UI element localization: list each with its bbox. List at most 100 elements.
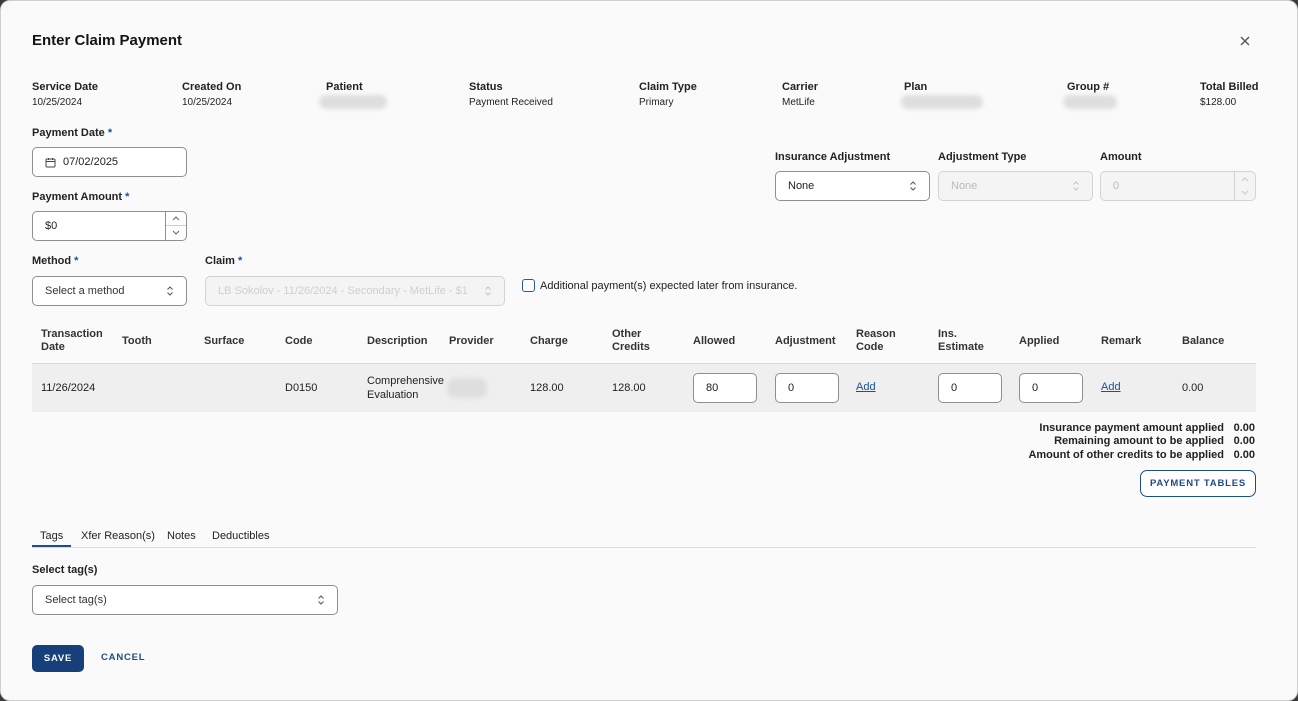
remark-add-link[interactable]: Add — [1101, 381, 1121, 393]
insurance-adjustment-value: None — [788, 180, 815, 192]
tags-select[interactable]: Select tag(s) — [32, 585, 338, 615]
save-button[interactable]: SAVE — [32, 645, 84, 672]
dialog-title: Enter Claim Payment — [32, 32, 183, 49]
th-other-credits: Other Credits — [612, 328, 650, 353]
status-value: Payment Received — [469, 97, 553, 108]
method-placeholder: Select a method — [45, 285, 125, 297]
other-credits-total-value: 0.00 — [1233, 449, 1255, 461]
select-arrows-icon — [484, 285, 492, 297]
th-allowed: Allowed — [693, 335, 736, 347]
tabs-divider — [32, 547, 1256, 548]
cell-charge: 128.00 — [530, 382, 564, 394]
additional-payment-checkbox[interactable] — [522, 279, 535, 292]
adjustment-type-label: Adjustment Type — [938, 151, 1027, 163]
claim-select[interactable]: LB Sokolov - 11/26/2024 - Secondary - Me… — [205, 276, 505, 306]
additional-payment-label: Additional payment(s) expected later fro… — [540, 280, 798, 292]
claim-label: Claim * — [205, 255, 243, 267]
ins-estimate-input[interactable]: 0 — [938, 373, 1002, 403]
other-credits-total-label: Amount of other credits to be applied — [1028, 449, 1224, 461]
patient-value-redacted — [319, 95, 387, 109]
cell-transaction-date: 11/26/2024 — [41, 382, 96, 394]
th-description: Description — [367, 335, 428, 347]
insurance-applied-label: Insurance payment amount applied — [1039, 422, 1224, 434]
claim-type-value: Primary — [639, 97, 674, 108]
th-code: Code — [285, 335, 313, 347]
carrier-label: Carrier — [782, 81, 819, 93]
insurance-adjustment-label: Insurance Adjustment — [775, 151, 891, 163]
group-label: Group # — [1067, 81, 1110, 93]
created-on-label: Created On — [182, 81, 242, 93]
th-applied: Applied — [1019, 335, 1060, 347]
th-charge: Charge — [530, 335, 568, 347]
amount-stepper[interactable] — [1234, 172, 1255, 200]
chevron-up-icon[interactable] — [166, 212, 186, 226]
tab-deductibles[interactable]: Deductibles — [212, 530, 269, 542]
status-label: Status — [469, 81, 503, 93]
select-arrows-icon — [317, 594, 325, 606]
payment-amount-stepper[interactable] — [165, 212, 186, 240]
tags-placeholder: Select tag(s) — [45, 594, 107, 606]
th-adjustment: Adjustment — [775, 335, 836, 347]
claim-type-label: Claim Type — [639, 81, 697, 93]
total-billed-value: $128.00 — [1200, 97, 1237, 108]
remaining-value: 0.00 — [1233, 435, 1255, 447]
method-select[interactable]: Select a method — [32, 276, 187, 306]
adjustment-type-select[interactable]: None — [938, 171, 1093, 201]
payment-date-input[interactable]: 07/02/2025 — [32, 147, 187, 177]
th-tooth: Tooth — [122, 335, 152, 347]
cancel-button[interactable]: CANCEL — [101, 652, 145, 663]
insurance-adjustment-select[interactable]: None — [775, 171, 930, 201]
th-transaction-date: Transaction Date — [41, 328, 103, 353]
amount-input[interactable]: 0 — [1100, 171, 1256, 201]
remaining-label: Remaining amount to be applied — [1054, 435, 1224, 447]
th-remark: Remark — [1101, 335, 1142, 347]
claim-value: LB Sokolov - 11/26/2024 - Secondary - Me… — [218, 285, 468, 297]
payment-tables-button[interactable]: PAYMENT TABLES — [1140, 470, 1256, 497]
cell-code: D0150 — [285, 382, 318, 394]
adjustment-input[interactable]: 0 — [775, 373, 839, 403]
cell-provider-redacted — [447, 378, 487, 398]
tab-notes[interactable]: Notes — [167, 530, 196, 542]
cell-description: Comprehensive Evaluation — [367, 375, 445, 401]
chevron-down-icon[interactable] — [1235, 186, 1255, 199]
payment-date-value: 07/02/2025 — [63, 156, 119, 168]
select-tags-label: Select tag(s) — [32, 564, 98, 576]
plan-value-redacted — [901, 95, 983, 109]
th-ins-estimate: Ins. Estimate — [938, 328, 984, 353]
payment-amount-label: Payment Amount * — [32, 191, 130, 203]
created-on-value: 10/25/2024 — [182, 97, 233, 108]
select-arrows-icon — [909, 180, 917, 192]
select-arrows-icon — [1072, 180, 1080, 192]
payment-amount-value: $0 — [45, 220, 58, 232]
total-billed-label: Total Billed — [1200, 81, 1259, 93]
th-balance: Balance — [1182, 335, 1225, 347]
payment-amount-input[interactable]: $0 — [32, 211, 187, 241]
th-provider: Provider — [449, 335, 494, 347]
amount-placeholder: 0 — [1113, 180, 1120, 192]
th-surface: Surface — [204, 335, 245, 347]
insurance-applied-value: 0.00 — [1233, 422, 1255, 434]
close-icon[interactable] — [1237, 33, 1253, 49]
adjustment-type-value: None — [951, 180, 978, 192]
tab-xfer-reasons[interactable]: Xfer Reason(s) — [81, 530, 155, 542]
carrier-value: MetLife — [782, 97, 815, 108]
applied-input[interactable]: 0 — [1019, 373, 1083, 403]
th-reason-code: Reason Code — [856, 328, 896, 353]
method-label: Method * — [32, 255, 79, 267]
calendar-icon — [45, 157, 56, 168]
chevron-up-icon[interactable] — [1235, 172, 1255, 186]
select-arrows-icon — [166, 285, 174, 297]
allowed-input[interactable]: 80 — [693, 373, 757, 403]
chevron-down-icon[interactable] — [166, 226, 186, 239]
claim-payment-dialog: Enter Claim Payment Service Date 10/25/2… — [0, 0, 1298, 701]
amount-label: Amount — [1100, 151, 1142, 163]
group-value-redacted — [1063, 95, 1117, 109]
tab-tags[interactable]: Tags — [40, 530, 63, 542]
service-date-value: 10/25/2024 — [32, 97, 83, 108]
service-date-label: Service Date — [32, 81, 99, 93]
reason-code-add-link[interactable]: Add — [856, 381, 876, 393]
patient-label: Patient — [326, 81, 363, 93]
plan-label: Plan — [904, 81, 928, 93]
cell-balance: 0.00 — [1182, 382, 1204, 394]
cell-other-credits: 128.00 — [612, 382, 646, 394]
